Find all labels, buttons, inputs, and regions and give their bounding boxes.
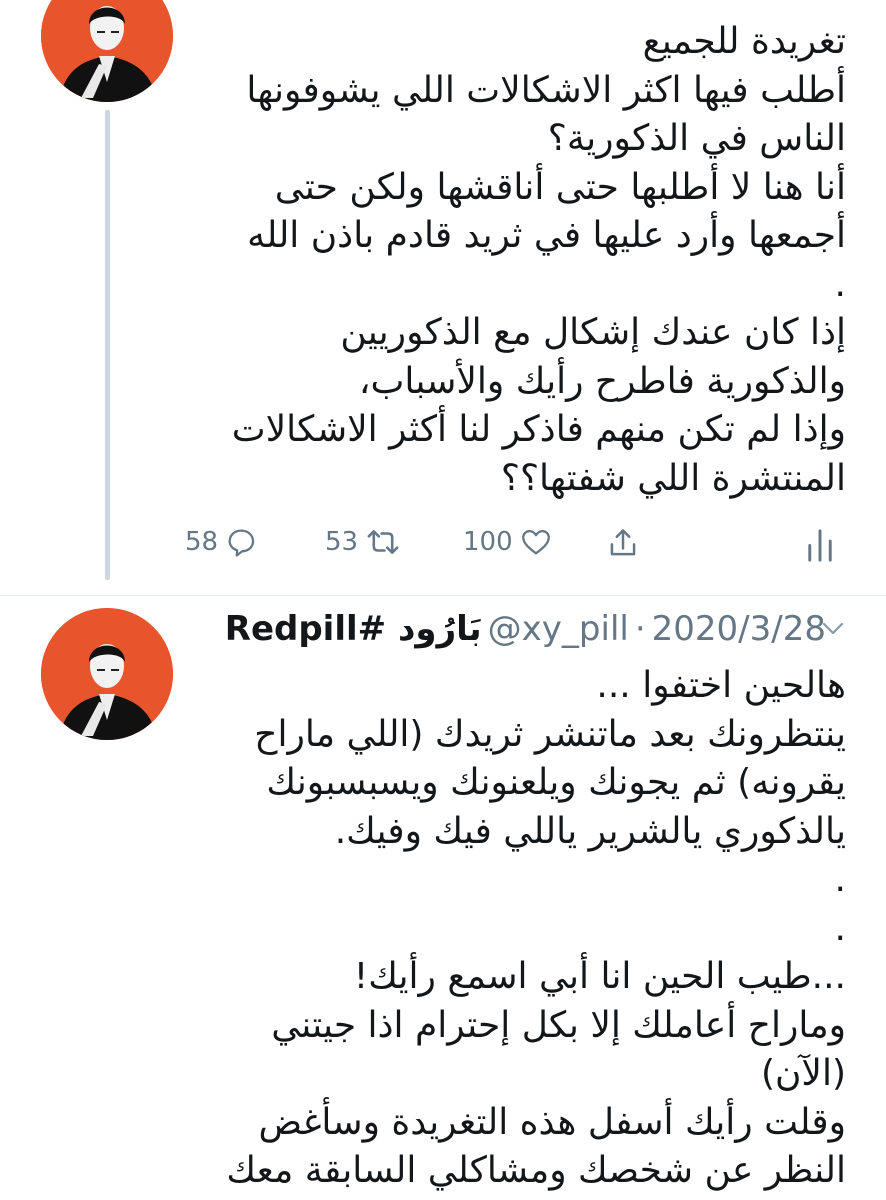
reply-button[interactable]: 58 [185, 525, 258, 559]
avatar-portrait-image [41, 608, 173, 740]
author-handle[interactable]: @xy_pill [488, 609, 629, 649]
reply-count: 58 [185, 527, 219, 557]
tweet-actions: 58 53 100 [170, 525, 850, 570]
retweet-button[interactable]: 53 [325, 525, 402, 559]
header-separator: · [634, 609, 646, 649]
tweet-date[interactable]: 2020/3/28 [652, 609, 826, 649]
like-count: 100 [463, 527, 513, 557]
chevron-down-icon[interactable] [818, 618, 848, 640]
tweet-divider [0, 595, 886, 596]
avatar[interactable] [41, 608, 173, 740]
tweet-text: هالحين اختفوا ... ينتظرونك بعد ماتنشر ثر… [226, 665, 846, 1191]
analytics-button[interactable] [805, 525, 835, 563]
author-name[interactable]: بَارُود #Redpill [225, 609, 482, 649]
avatar[interactable] [41, 0, 173, 102]
tweet-text: تغريدة للجميع أطلب فيها اكثر الاشكالات ا… [231, 21, 846, 499]
retweet-icon [367, 530, 399, 554]
tweet-header: بَارُود #Redpill @xy_pill · 2020/3/28 [225, 605, 826, 653]
retweet-count: 53 [325, 527, 359, 557]
share-icon [610, 529, 636, 556]
thread-connector-line [105, 110, 110, 580]
avatar-portrait-image [41, 0, 173, 102]
share-button[interactable] [606, 525, 640, 561]
reply-bubble-icon [228, 529, 255, 557]
heart-icon [521, 529, 550, 555]
analytics-icon [808, 529, 832, 562]
like-button[interactable]: 100 [463, 525, 553, 559]
